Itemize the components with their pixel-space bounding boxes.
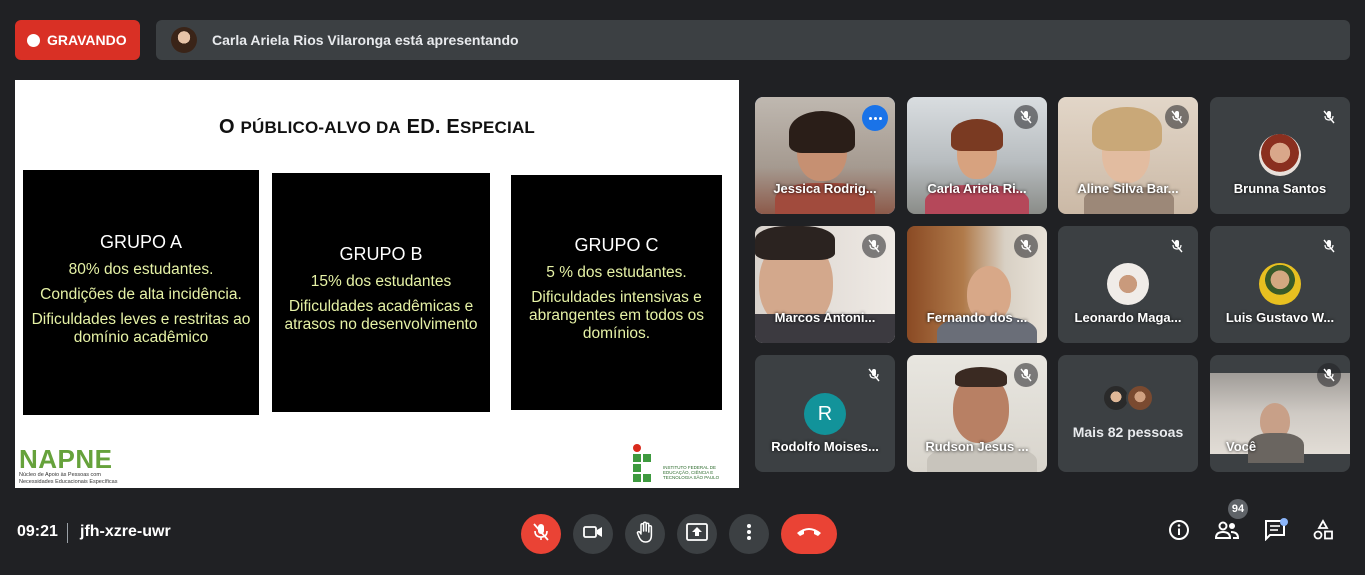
participant-letter-avatar: R: [804, 393, 846, 435]
group-line: Condições de alta incidência.: [40, 285, 242, 303]
ifsp-logo: INSTITUTO FEDERAL DE EDUCAÇÃO, CIÊNCIA E…: [633, 444, 739, 482]
more-options-icon[interactable]: [862, 105, 888, 131]
more-participants-avatars: [1102, 384, 1154, 412]
participant-tile[interactable]: Brunna Santos: [1210, 97, 1350, 214]
mic-off-icon: [1014, 105, 1038, 129]
participant-name: Rodolfo Moises...: [771, 439, 879, 454]
participant-avatar: [1259, 263, 1301, 305]
participant-name: Brunna Santos: [1233, 181, 1327, 196]
info-icon: [1168, 519, 1190, 546]
slide-title-ed: ED.: [406, 116, 441, 138]
participant-tile[interactable]: Fernando dos ...: [907, 226, 1047, 343]
bottom-control-bar: 09:21 jfh-xzre-uwr: [0, 505, 1365, 560]
recording-label: GRAVANDO: [47, 32, 127, 48]
participant-name: Aline Silva Bar...: [1077, 181, 1179, 196]
participant-avatar: [1259, 134, 1301, 176]
people-icon: [1214, 521, 1240, 544]
slide-title-esp-rest: SPECIAL: [459, 118, 536, 137]
participant-tile[interactable]: Aline Silva Bar...: [1058, 97, 1198, 214]
participant-tile[interactable]: R Rodolfo Moises...: [755, 355, 895, 472]
participant-tile[interactable]: Marcos Antoni...: [755, 226, 895, 343]
more-participants-label: Mais 82 pessoas: [1072, 424, 1184, 440]
presenter-avatar: [171, 27, 197, 53]
mic-toggle-button[interactable]: [521, 514, 561, 554]
presentation-slide: O PÚBLICO-ALVO DA ED. ESPECIAL GRUPO A 8…: [15, 80, 739, 488]
more-options-button[interactable]: [729, 514, 769, 554]
participant-tile[interactable]: Rudson Jesus ...: [907, 355, 1047, 472]
recording-indicator[interactable]: GRAVANDO: [15, 20, 140, 60]
napne-logo-text: NAPNE: [19, 444, 113, 474]
participant-tile[interactable]: Jessica Rodrig...: [755, 97, 895, 214]
people-button[interactable]: [1213, 518, 1241, 546]
slide-title-esp-initial: E: [446, 116, 460, 138]
group-line: Dificuldades intensivas e abrangentes em…: [529, 289, 704, 342]
mic-off-icon: [1165, 105, 1189, 129]
presenter-text: Carla Ariela Rios Vilaronga está apresen…: [212, 32, 519, 48]
divider: [67, 523, 68, 543]
presenter-bar: Carla Ariela Rios Vilaronga está apresen…: [156, 20, 1350, 60]
hangup-icon: [796, 525, 822, 543]
participant-name: Marcos Antoni...: [774, 310, 876, 325]
participant-name: Você: [1226, 439, 1257, 454]
mic-off-icon: [1317, 234, 1341, 258]
slide-title-first: O: [218, 116, 235, 138]
participant-tile[interactable]: Carla Ariela Ri...: [907, 97, 1047, 214]
meeting-code: jfh-xzre-uwr: [80, 523, 171, 540]
chat-notification-dot: [1280, 518, 1288, 526]
participant-tile[interactable]: Você: [1210, 355, 1350, 472]
participant-name: Fernando dos ...: [926, 310, 1028, 325]
participant-name: Leonardo Maga...: [1074, 310, 1182, 325]
group-line: 80% dos estudantes.: [68, 260, 214, 278]
camera-toggle-button[interactable]: [573, 514, 613, 554]
camera-icon: [583, 525, 603, 544]
ifsp-logo-text: INSTITUTO FEDERAL DE EDUCAÇÃO, CIÊNCIA E…: [663, 465, 720, 480]
slide-title-rest: PÚBLICO-ALVO DA: [240, 118, 401, 137]
slide-title: O PÚBLICO-ALVO DA ED. ESPECIAL: [15, 116, 739, 139]
mic-off-icon: [1014, 234, 1038, 258]
participant-name: Jessica Rodrig...: [773, 181, 877, 196]
mic-off-icon: [862, 234, 886, 258]
participant-name: Rudson Jesus ...: [925, 439, 1029, 454]
mic-off-icon: [1014, 363, 1038, 387]
meeting-time: 09:21: [17, 523, 58, 540]
mic-off-icon: [1165, 234, 1189, 258]
group-line: Dificuldades leves e restritas ao domíni…: [31, 310, 251, 346]
activities-button[interactable]: [1309, 518, 1337, 546]
meeting-details-button[interactable]: [1165, 518, 1193, 546]
mic-off-icon: [862, 363, 886, 387]
raise-hand-button[interactable]: [625, 514, 665, 554]
raise-hand-icon: [636, 521, 654, 548]
group-name: GRUPO A: [99, 231, 183, 252]
leave-call-button[interactable]: [781, 514, 837, 554]
activities-icon: [1312, 518, 1334, 546]
group-line: Dificuldades acadêmicas e atrasos no des…: [284, 298, 478, 333]
group-b-box: GRUPO B 15% dos estudantes Dificuldades …: [272, 173, 490, 412]
mic-off-icon: [1317, 363, 1341, 387]
more-options-icon: [746, 523, 752, 546]
group-line: 5 % dos estudantes.: [546, 264, 687, 281]
group-name: GRUPO B: [339, 244, 423, 264]
napne-subtitle: Núcleo de Apoio às Pessoas com Necessida…: [19, 472, 118, 485]
present-now-button[interactable]: [677, 514, 717, 554]
participant-tile[interactable]: Mais 82 pessoas: [1058, 355, 1198, 472]
group-a-box: GRUPO A 80% dos estudantes. Condições de…: [23, 170, 259, 415]
group-c-box: GRUPO C 5 % dos estudantes. Dificuldades…: [511, 175, 722, 410]
participants-count-badge: 94: [1228, 499, 1248, 519]
present-icon: [686, 522, 708, 546]
participant-tile[interactable]: Luis Gustavo W...: [1210, 226, 1350, 343]
record-dot-icon: [27, 33, 40, 47]
participant-name: Carla Ariela Ri...: [927, 181, 1027, 196]
ifsp-logo-mark: [633, 444, 661, 482]
mic-off-icon: [533, 522, 549, 546]
group-name: GRUPO C: [574, 235, 659, 255]
participant-tile[interactable]: Leonardo Maga...: [1058, 226, 1198, 343]
group-line: 15% dos estudantes: [310, 273, 452, 290]
participant-avatar: [1107, 263, 1149, 305]
napne-logo: NAPNE Núcleo de Apoio às Pessoas com Nec…: [19, 446, 129, 486]
participant-name: Luis Gustavo W...: [1225, 310, 1335, 325]
mic-off-icon: [1317, 105, 1341, 129]
